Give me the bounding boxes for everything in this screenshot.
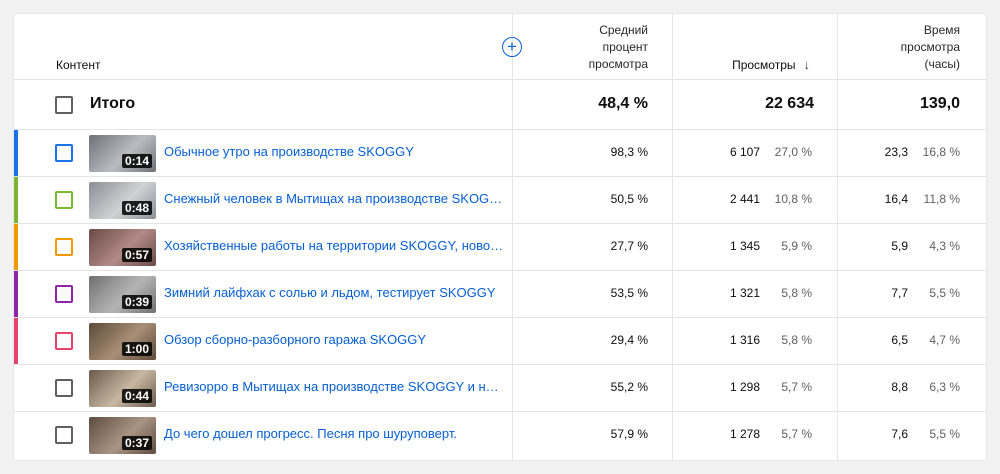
views-value: 1 316 <box>729 333 760 347</box>
avg-percent-value: 27,7 % <box>610 239 648 253</box>
table-row: 0:57 Хозяйственные работы на территории … <box>14 224 986 271</box>
series-color-marker <box>14 271 18 317</box>
views-share-value: 5,7 % <box>781 380 812 394</box>
watch-time-value: 6,5 <box>891 333 908 347</box>
video-thumbnail[interactable]: 1:00 <box>89 323 156 360</box>
content-analytics-table: Контент + Средний процент просмотра Прос… <box>14 14 986 460</box>
column-header-watch-time[interactable]: Время просмотра (часы) <box>850 22 960 73</box>
watch-time-value: 16,4 <box>884 192 908 206</box>
views-share-value: 5,8 % <box>781 286 812 300</box>
video-duration: 0:44 <box>121 389 152 403</box>
column-header-views-label: Просмотры <box>732 58 796 72</box>
column-header-avg-percent[interactable]: Средний процент просмотра <box>528 22 648 73</box>
series-color-marker <box>14 177 18 223</box>
video-thumbnail[interactable]: 0:39 <box>89 276 156 313</box>
series-color-marker <box>14 130 18 176</box>
views-share-value: 10,8 % <box>774 192 812 206</box>
watch-time-share-value: 11,8 % <box>923 192 960 206</box>
video-title-link[interactable]: Обычное утро на производстве SKOGGY <box>164 144 504 159</box>
video-thumbnail[interactable]: 0:14 <box>89 135 156 172</box>
table-header: Контент + Средний процент просмотра Прос… <box>14 14 986 80</box>
video-duration: 0:48 <box>121 201 152 215</box>
video-title-link[interactable]: До чего дошел прогресс. Песня про шурупо… <box>164 426 504 441</box>
add-column-button[interactable]: + <box>502 37 522 57</box>
table-row: 0:37 До чего дошел прогресс. Песня про ш… <box>14 412 986 458</box>
table-row: 0:48 Снежный человек в Мытищах на произв… <box>14 177 986 224</box>
watch-time-share-value: 4,3 % <box>929 239 960 253</box>
row-checkbox[interactable] <box>55 379 73 397</box>
avg-percent-value: 29,4 % <box>610 333 648 347</box>
avg-percent-value: 53,5 % <box>610 286 648 300</box>
views-value: 1 278 <box>729 427 760 441</box>
video-thumbnail[interactable]: 0:48 <box>89 182 156 219</box>
watch-time-value: 23,3 <box>884 145 908 159</box>
video-title-link[interactable]: Ревизорро в Мытищах на производстве SKOG… <box>164 379 504 394</box>
sort-down-icon: ↓ <box>803 57 811 72</box>
table-row: 1:00 Обзор сборно-разборного гаража SKOG… <box>14 318 986 365</box>
series-color-marker <box>14 224 18 270</box>
video-duration: 0:14 <box>121 154 152 168</box>
row-checkbox[interactable] <box>55 144 73 162</box>
video-title-link[interactable]: Хозяйственные работы на территории SKOGG… <box>164 238 504 253</box>
total-avg-percent: 48,4 % <box>598 95 648 112</box>
watch-time-share-value: 5,5 % <box>929 427 960 441</box>
video-thumbnail[interactable]: 0:57 <box>89 229 156 266</box>
video-duration: 0:57 <box>121 248 152 262</box>
video-duration: 1:00 <box>121 342 152 356</box>
video-title-link[interactable]: Снежный человек в Мытищах на производств… <box>164 191 504 206</box>
row-checkbox[interactable] <box>55 426 73 444</box>
row-checkbox[interactable] <box>55 332 73 350</box>
views-value: 2 441 <box>729 192 760 206</box>
video-title-link[interactable]: Зимний лайфхак с солью и льдом, тестируе… <box>164 285 504 300</box>
avg-percent-value: 98,3 % <box>610 145 648 159</box>
video-duration: 0:39 <box>121 295 152 309</box>
views-value: 6 107 <box>729 145 760 159</box>
total-label: Итого <box>90 95 136 112</box>
watch-time-value: 5,9 <box>891 239 908 253</box>
watch-time-share-value: 4,7 % <box>929 333 960 347</box>
total-watch-time: 139,0 <box>919 95 960 112</box>
views-value: 1 345 <box>729 239 760 253</box>
views-share-value: 5,7 % <box>781 427 812 441</box>
total-row: Итого 48,4 % 22 634 139,0 <box>14 80 986 130</box>
views-share-value: 27,0 % <box>774 145 812 159</box>
avg-percent-value: 55,2 % <box>610 380 648 394</box>
row-checkbox[interactable] <box>55 238 73 256</box>
video-thumbnail[interactable]: 0:37 <box>89 417 156 454</box>
views-share-value: 5,9 % <box>781 239 812 253</box>
video-title-link[interactable]: Обзор сборно-разборного гаража SKOGGY <box>164 332 504 347</box>
column-header-views[interactable]: Просмотры ↓ <box>660 56 810 74</box>
table-row: 0:44 Ревизорро в Мытищах на производстве… <box>14 365 986 412</box>
video-thumbnail[interactable]: 0:44 <box>89 370 156 407</box>
views-value: 1 298 <box>729 380 760 394</box>
views-value: 1 321 <box>729 286 760 300</box>
column-header-content: Контент <box>56 58 101 72</box>
avg-percent-value: 57,9 % <box>610 427 648 441</box>
avg-percent-value: 50,5 % <box>610 192 648 206</box>
watch-time-share-value: 16,8 % <box>922 145 960 159</box>
row-checkbox[interactable] <box>55 191 73 209</box>
views-share-value: 5,8 % <box>781 333 812 347</box>
video-duration: 0:37 <box>121 436 152 450</box>
watch-time-value: 7,6 <box>891 427 908 441</box>
total-views: 22 634 <box>765 95 814 112</box>
watch-time-share-value: 6,3 % <box>929 380 960 394</box>
row-checkbox[interactable] <box>55 285 73 303</box>
select-all-checkbox[interactable] <box>55 96 73 114</box>
table-row: 0:39 Зимний лайфхак с солью и льдом, тес… <box>14 271 986 318</box>
series-color-marker <box>14 318 18 364</box>
watch-time-share-value: 5,5 % <box>929 286 960 300</box>
plus-icon: + <box>507 36 517 56</box>
table-row: 0:14 Обычное утро на производстве SKOGGY… <box>14 130 986 177</box>
watch-time-value: 8,8 <box>891 380 908 394</box>
watch-time-value: 7,7 <box>891 286 908 300</box>
